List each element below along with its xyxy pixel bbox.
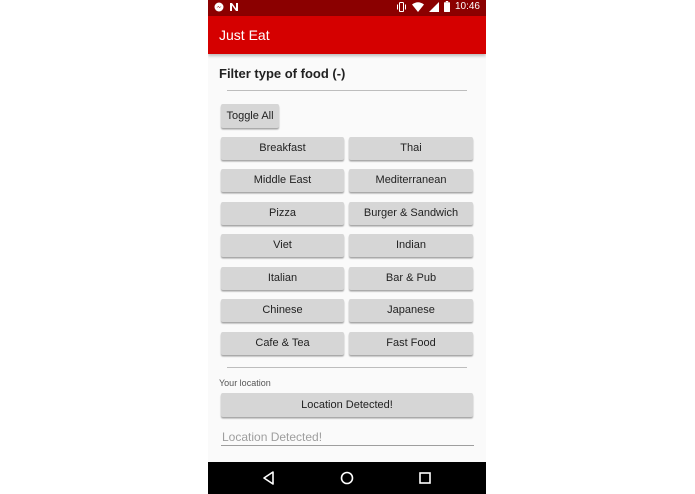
- location-divider: [227, 367, 467, 368]
- wifi-icon: [411, 1, 424, 12]
- recents-icon[interactable]: [417, 470, 433, 486]
- food-viet-button[interactable]: Viet: [221, 234, 344, 257]
- status-time: 10:46: [454, 1, 480, 12]
- location-input[interactable]: [221, 428, 474, 446]
- food-mediterranean-button[interactable]: Mediterranean: [349, 169, 473, 192]
- food-burger-sandwich-button[interactable]: Burger & Sandwich: [349, 202, 473, 225]
- battery-icon: [443, 1, 450, 12]
- food-fast-food-button[interactable]: Fast Food: [349, 332, 473, 355]
- toggle-all-button[interactable]: Toggle All: [221, 104, 279, 128]
- vibrate-icon: [396, 1, 406, 12]
- home-icon[interactable]: [339, 470, 355, 486]
- back-icon[interactable]: [261, 470, 277, 486]
- food-bar-pub-button[interactable]: Bar & Pub: [349, 267, 473, 290]
- navigation-bar: [208, 462, 486, 494]
- location-label: Your location: [219, 378, 271, 388]
- food-japanese-button[interactable]: Japanese: [349, 299, 473, 322]
- app-title: Just Eat: [219, 27, 270, 43]
- n-notification-icon: [230, 3, 238, 11]
- food-cafe-tea-button[interactable]: Cafe & Tea: [221, 332, 344, 355]
- filter-divider: [227, 90, 467, 91]
- food-thai-button[interactable]: Thai: [349, 137, 473, 160]
- location-detect-button[interactable]: Location Detected!: [221, 393, 473, 417]
- food-pizza-button[interactable]: Pizza: [221, 202, 344, 225]
- phone-screen: 10:46 Just Eat Filter type of food (-) T…: [208, 0, 486, 494]
- food-chinese-button[interactable]: Chinese: [221, 299, 344, 322]
- food-middle-east-button[interactable]: Middle East: [221, 169, 344, 192]
- food-breakfast-button[interactable]: Breakfast: [221, 137, 344, 160]
- messenger-icon: [214, 2, 224, 12]
- food-indian-button[interactable]: Indian: [349, 234, 473, 257]
- signal-icon: [428, 1, 439, 12]
- app-bar: Just Eat: [208, 16, 486, 54]
- status-bar: 10:46: [208, 0, 486, 16]
- food-italian-button[interactable]: Italian: [221, 267, 344, 290]
- filter-title: Filter type of food (-): [219, 66, 346, 81]
